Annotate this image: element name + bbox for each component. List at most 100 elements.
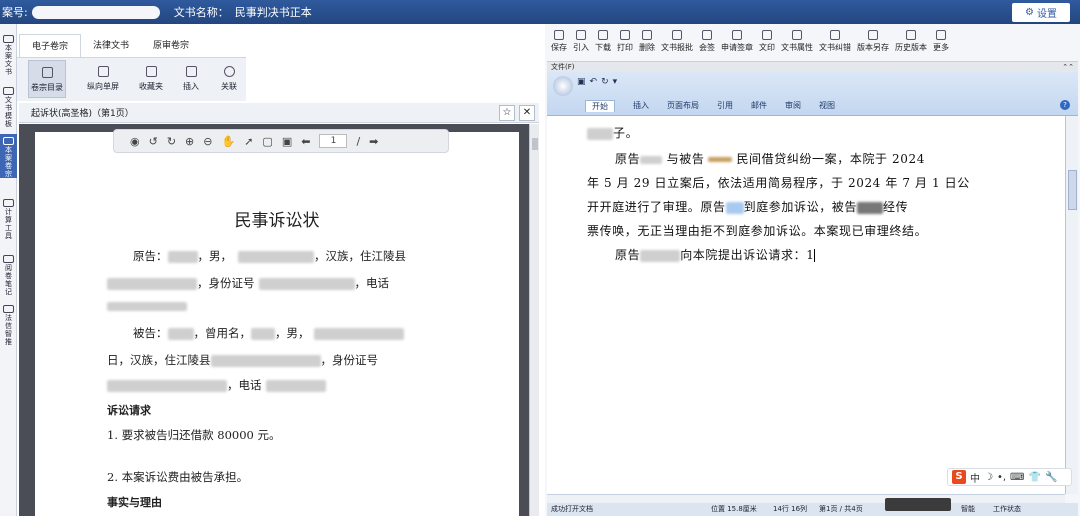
link-icon bbox=[223, 66, 235, 77]
nav-item-legal-recommend[interactable]: 法信智推 bbox=[0, 302, 17, 346]
doc-print-button[interactable]: 文印 bbox=[756, 27, 778, 61]
countersign-button[interactable]: 会签 bbox=[696, 27, 718, 61]
hand-icon[interactable]: ✋ bbox=[221, 135, 235, 148]
settings-button[interactable]: ⚙ 设置 bbox=[1012, 3, 1070, 22]
word-tabs: 开始 插入 页面布局 引用 邮件 审阅 视图 bbox=[585, 100, 835, 112]
insert-button[interactable]: 插入 bbox=[172, 60, 210, 98]
star-icon[interactable]: ☆ bbox=[499, 105, 515, 121]
request-seal-button[interactable]: 申请签章 bbox=[718, 27, 756, 61]
doc-line: 子。 bbox=[587, 124, 638, 141]
prev-page-icon[interactable]: ⬅ bbox=[301, 135, 310, 148]
tab-legal-docs[interactable]: 法律文书 bbox=[81, 34, 141, 58]
download-button[interactable]: 下载 bbox=[592, 27, 614, 61]
tab-references[interactable]: 引用 bbox=[717, 100, 733, 112]
undo-icon[interactable]: ↶ bbox=[590, 77, 598, 87]
tab-page-layout[interactable]: 页面布局 bbox=[667, 100, 699, 112]
grid-icon bbox=[936, 30, 946, 40]
nav-item-notes[interactable]: 阅卷笔记 bbox=[0, 252, 17, 296]
defendant-line-3: ，电话 bbox=[107, 377, 326, 393]
redo-icon[interactable]: ↻ bbox=[601, 77, 609, 87]
favorites-button[interactable]: 收藏夹 bbox=[132, 60, 170, 98]
zoom-out-icon[interactable]: ⊖ bbox=[203, 135, 212, 148]
folder-icon bbox=[3, 137, 14, 145]
countersign-icon bbox=[702, 30, 712, 40]
punctuation-icon[interactable]: •, bbox=[997, 472, 1006, 483]
doc-correction-button[interactable]: 文书纠错 bbox=[816, 27, 854, 61]
history-icon bbox=[906, 30, 916, 40]
nav-item-label: 文书模板 bbox=[5, 96, 12, 128]
file-menu[interactable]: 文件(F) bbox=[551, 63, 575, 71]
wrench-icon[interactable]: 🔧 bbox=[1045, 472, 1057, 483]
notes-icon bbox=[3, 255, 14, 263]
help-icon[interactable]: ? bbox=[1060, 100, 1070, 110]
doc-line: 原告 向本院提出诉讼请求：1 bbox=[615, 248, 816, 262]
recommend-icon bbox=[3, 305, 14, 313]
tab-mailings[interactable]: 邮件 bbox=[751, 100, 767, 112]
ime-toolbar[interactable]: S 中 ☽ •, ⌨ 👕 🔧 bbox=[947, 468, 1072, 486]
pdf-scrollbar[interactable] bbox=[529, 124, 539, 516]
document-editor[interactable]: 子。 原告 与被告 民间借贷纠纷一案，本院于 2024 年 5 月 29 日立案后… bbox=[547, 116, 1065, 494]
fit-page-icon[interactable]: ▢ bbox=[262, 135, 272, 148]
doc-properties-button[interactable]: 文书属性 bbox=[778, 27, 816, 61]
office-button[interactable] bbox=[553, 76, 573, 96]
doc-name-label: 文书名称： bbox=[173, 6, 229, 19]
catalog-button[interactable]: 卷宗目录 bbox=[28, 60, 66, 98]
tab-electronic-files[interactable]: 电子卷宗 bbox=[19, 34, 82, 58]
close-icon[interactable]: ✕ bbox=[519, 105, 535, 121]
zoom-in-icon[interactable]: ⊕ bbox=[185, 135, 194, 148]
save-button[interactable]: 保存 bbox=[548, 27, 570, 61]
moon-icon[interactable]: ☽ bbox=[984, 472, 993, 483]
trash-icon bbox=[642, 30, 652, 40]
rotate-right-icon[interactable]: ↻ bbox=[167, 135, 176, 148]
shirt-icon[interactable]: 👕 bbox=[1028, 472, 1040, 483]
history-version-button[interactable]: 历史版本 bbox=[892, 27, 930, 61]
dropdown-icon[interactable]: ▾ bbox=[613, 77, 618, 87]
nav-item-label: 法信智推 bbox=[5, 314, 12, 346]
text-cursor bbox=[814, 249, 816, 262]
tab-review[interactable]: 审阅 bbox=[785, 100, 801, 112]
print-button[interactable]: 打印 bbox=[614, 27, 636, 61]
import-icon bbox=[576, 30, 586, 40]
status-state: 工作状态 bbox=[993, 505, 1021, 513]
eye-icon[interactable]: ◉ bbox=[130, 135, 140, 148]
tab-home[interactable]: 开始 bbox=[585, 100, 615, 112]
nav-item-case-docs[interactable]: 本案文书 bbox=[0, 32, 17, 76]
tool-label: 关联 bbox=[221, 82, 237, 91]
editor-vertical-scrollbar[interactable] bbox=[1065, 116, 1078, 494]
nav-item-calc-tools[interactable]: 计算工具 bbox=[0, 196, 17, 240]
doc-name-value: 民事判决书正本 bbox=[234, 6, 312, 19]
ime-mode[interactable]: 中 bbox=[970, 470, 980, 485]
submit-approval-button[interactable]: 文书报批 bbox=[658, 27, 696, 61]
status-bar: 成功打开文档 位置 15.8厘米 14行 16列 第1页 / 共4页 智能 工作… bbox=[547, 503, 1078, 516]
tab-view[interactable]: 视图 bbox=[819, 100, 835, 112]
claim-1: 1. 要求被告归还借款 80000 元。 bbox=[107, 428, 281, 442]
rotate-left-icon[interactable]: ↺ bbox=[149, 135, 158, 148]
doc-line: 年 5 月 29 日立案后，依法适用简易程序，于 2024 年 7 月 1 日公 bbox=[587, 176, 970, 190]
fit-width-icon[interactable]: ▣ bbox=[282, 135, 292, 148]
save-icon[interactable]: ▣ bbox=[577, 77, 586, 87]
settings-label: 设置 bbox=[1036, 9, 1057, 20]
defendant-line: 被告： ，曾用名， ，男， bbox=[133, 325, 404, 341]
tool-label: 纵向单屏 bbox=[87, 82, 119, 91]
tab-insert[interactable]: 插入 bbox=[633, 100, 649, 112]
save-version-button[interactable]: 版本另存 bbox=[854, 27, 892, 61]
word-ribbon: ▣ ↶ ↻ ▾ 开始 插入 页面布局 引用 邮件 审阅 视图 ? bbox=[547, 72, 1078, 116]
import-button[interactable]: 引入 bbox=[570, 27, 592, 61]
plaintiff-line-3 bbox=[107, 298, 187, 312]
tab-original-files[interactable]: 原审卷宗 bbox=[141, 34, 201, 58]
scroll-thumb[interactable] bbox=[1068, 170, 1077, 210]
nav-item-case-files[interactable]: 本案卷宗 bbox=[0, 134, 17, 178]
link-button[interactable]: 关联 bbox=[210, 60, 248, 98]
scroll-thumb[interactable] bbox=[532, 138, 538, 150]
nav-item-label: 本案卷宗 bbox=[5, 146, 12, 178]
keyboard-icon[interactable]: ⌨ bbox=[1010, 472, 1024, 483]
vertical-single-button[interactable]: 纵向单屏 bbox=[82, 60, 124, 98]
page-number-input[interactable]: 1 bbox=[319, 134, 348, 148]
version-save-icon bbox=[868, 30, 878, 40]
editor-horizontal-scrollbar[interactable] bbox=[547, 494, 1065, 503]
next-page-icon[interactable]: ➡ bbox=[369, 135, 378, 148]
delete-button[interactable]: 删除 bbox=[636, 27, 658, 61]
pointer-icon[interactable]: ➚ bbox=[244, 135, 253, 148]
more-button[interactable]: 更多 bbox=[930, 27, 952, 61]
nav-item-templates[interactable]: 文书模板 bbox=[0, 84, 17, 128]
